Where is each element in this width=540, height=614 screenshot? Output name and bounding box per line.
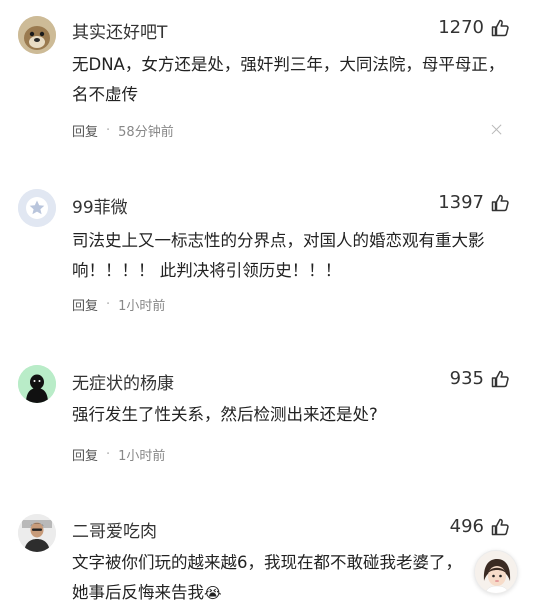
reply-button[interactable]: 回复 [72, 295, 98, 314]
thumbs-up-icon[interactable] [490, 517, 510, 537]
black-silhouette-avatar-icon[interactable] [18, 365, 56, 403]
like-count: 1397 [438, 192, 484, 213]
reply-button[interactable]: 回复 [72, 121, 98, 140]
separator: · [106, 123, 111, 138]
crying-emoji-icon: 😭 [204, 584, 222, 602]
close-icon[interactable] [490, 123, 504, 137]
thumbs-up-icon[interactable] [490, 18, 510, 38]
person-photo-avatar-icon[interactable] [18, 514, 56, 552]
like-button[interactable]: 496 [450, 516, 510, 537]
thumbs-up-icon[interactable] [490, 193, 510, 213]
comment-text: 文字被你们玩的越来越6，我现在都不敢碰我老婆了，她事后反悔来告我😭 [72, 548, 477, 608]
username[interactable]: 99菲微 [72, 193, 128, 218]
dog-avatar-icon[interactable] [18, 16, 56, 54]
thumbs-up-icon[interactable] [490, 369, 510, 389]
comment-meta: 回复 · 1小时前 [72, 445, 165, 464]
timestamp: 1小时前 [118, 449, 166, 464]
timestamp: 58分钟前 [118, 125, 174, 140]
username[interactable]: 二哥爱吃肉 [72, 517, 157, 542]
like-button[interactable]: 1397 [438, 192, 510, 213]
comment-text: 司法史上又一标志性的分界点，对国人的婚恋观有重大影响！！！！ 此判决将引领历史！… [72, 231, 485, 280]
username[interactable]: 其实还好吧T [72, 18, 167, 43]
comment-text-body: 文字被你们玩的越来越6，我现在都不敢碰我老婆了，她事后反悔来告我 [72, 553, 462, 602]
reply-button[interactable]: 回复 [72, 445, 98, 464]
comment-text: 强行发生了性关系，然后检测出来还是处? [72, 405, 378, 424]
separator: · [106, 447, 111, 462]
girl-avatar-icon[interactable] [474, 550, 518, 594]
comment-meta: 回复 · 58分钟前 [72, 121, 174, 140]
like-button[interactable]: 1270 [438, 17, 510, 38]
like-count: 496 [449, 516, 484, 537]
like-count: 935 [449, 368, 484, 389]
comment-text: 无DNA，女方还是处，强奸判三年，大同法院，母平母正，名不虚传 [72, 55, 505, 104]
timestamp: 1小时前 [118, 299, 166, 314]
username[interactable]: 无症状的杨康 [72, 369, 174, 394]
comment-meta: 回复 · 1小时前 [72, 295, 165, 314]
default-star-avatar-icon[interactable] [18, 189, 56, 227]
separator: · [106, 297, 111, 312]
like-count: 1270 [438, 17, 484, 38]
like-button[interactable]: 935 [450, 368, 510, 389]
